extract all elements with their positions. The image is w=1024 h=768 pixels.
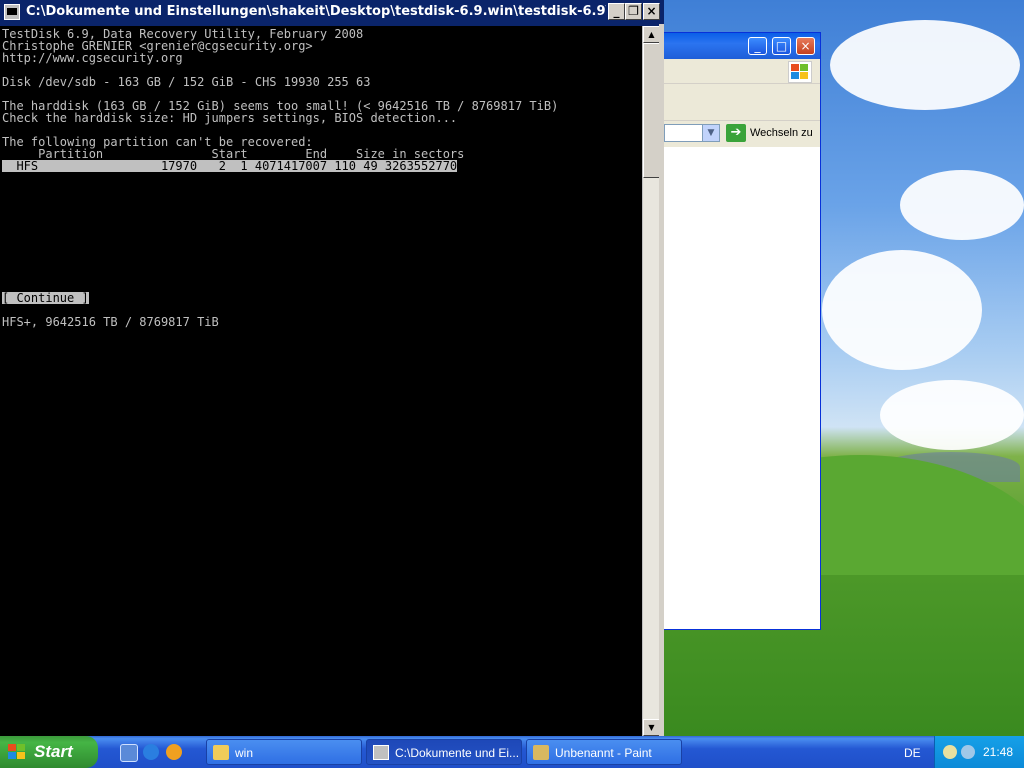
scroll-thumb[interactable] [643,43,660,178]
volume-icon[interactable] [961,745,975,759]
go-button-label[interactable]: Wechseln zu [750,127,813,139]
network-icon[interactable] [943,745,957,759]
scroll-up-icon[interactable]: ▲ [643,26,660,43]
console-app-icon [4,4,20,20]
media-player-icon[interactable] [166,744,182,760]
console-screen[interactable]: TestDisk 6.9, Data Recovery Utility, Feb… [0,26,642,736]
cloud [900,170,1024,240]
address-input[interactable]: ▼ [664,124,720,142]
internet-explorer-icon[interactable] [143,744,159,760]
cloud [830,20,1020,110]
console-title: C:\Dokumente und Einstellungen\shakeit\D… [26,4,606,19]
window-frame [659,24,664,736]
taskbar: Start win C:\Dokumente und Ei... Unbenan… [0,736,1024,768]
taskbar-item-paint[interactable]: Unbenannt - Paint [526,739,682,765]
console-app-icon [373,745,389,760]
restore-button[interactable]: ❐ [625,3,642,20]
console-titlebar[interactable]: C:\Dokumente und Einstellungen\shakeit\D… [0,0,664,24]
explorer-menubar [664,59,820,84]
explorer-toolbar [664,84,820,121]
start-label: Start [34,742,73,761]
explorer-content [664,147,820,629]
language-indicator[interactable]: DE [904,746,921,760]
address-bar: ▼ ➔ Wechseln zu [664,121,820,148]
explorer-window[interactable]: _ □ × ▼ ➔ Wechseln zu [664,32,821,630]
minimize-button[interactable]: _ [608,3,625,20]
continue-button[interactable]: [ Continue ] [2,292,89,304]
disk-info-line: Disk /dev/sdb - 163 GB / 152 GiB - CHS 1… [2,75,371,89]
taskbar-item-label: win [235,746,254,760]
terminal-line: http://www.cgsecurity.org [2,51,183,65]
vertical-scrollbar[interactable]: ▲ ▼ [642,26,660,736]
explorer-titlebar[interactable]: _ □ × [664,33,820,59]
maximize-button[interactable]: □ [772,37,791,55]
windows-logo-icon [788,61,812,83]
warning-line: Check the harddisk size: HD jumpers sett… [2,111,458,125]
close-button[interactable]: × [643,3,660,20]
taskbar-item-console[interactable]: C:\Dokumente und Ei... [366,739,522,765]
taskbar-item-label: C:\Dokumente und Ei... [395,746,520,760]
desktop-icon[interactable] [120,744,138,762]
system-tray: 21:48 [934,736,1024,768]
go-arrow-icon[interactable]: ➔ [726,124,746,142]
cloud [880,380,1024,450]
clock[interactable]: 21:48 [983,745,1013,759]
start-button[interactable]: Start [0,736,98,768]
windows-flag-icon [8,744,26,760]
cloud [822,250,982,370]
taskbar-item-win[interactable]: win [206,739,362,765]
partition-info-line: HFS+, 9642516 TB / 8769817 TiB [2,315,219,329]
taskbar-item-label: Unbenannt - Paint [555,746,652,760]
scroll-down-icon[interactable]: ▼ [643,719,660,736]
console-window[interactable]: C:\Dokumente und Einstellungen\shakeit\D… [0,0,664,736]
paint-icon [533,745,549,760]
partition-row-selected[interactable]: HFS 17970 2 1 4071417007 110 49 32635527… [2,160,458,172]
close-button[interactable]: × [796,37,815,55]
chevron-down-icon[interactable]: ▼ [702,125,719,141]
minimize-button[interactable]: _ [748,37,767,55]
folder-icon [213,745,229,760]
